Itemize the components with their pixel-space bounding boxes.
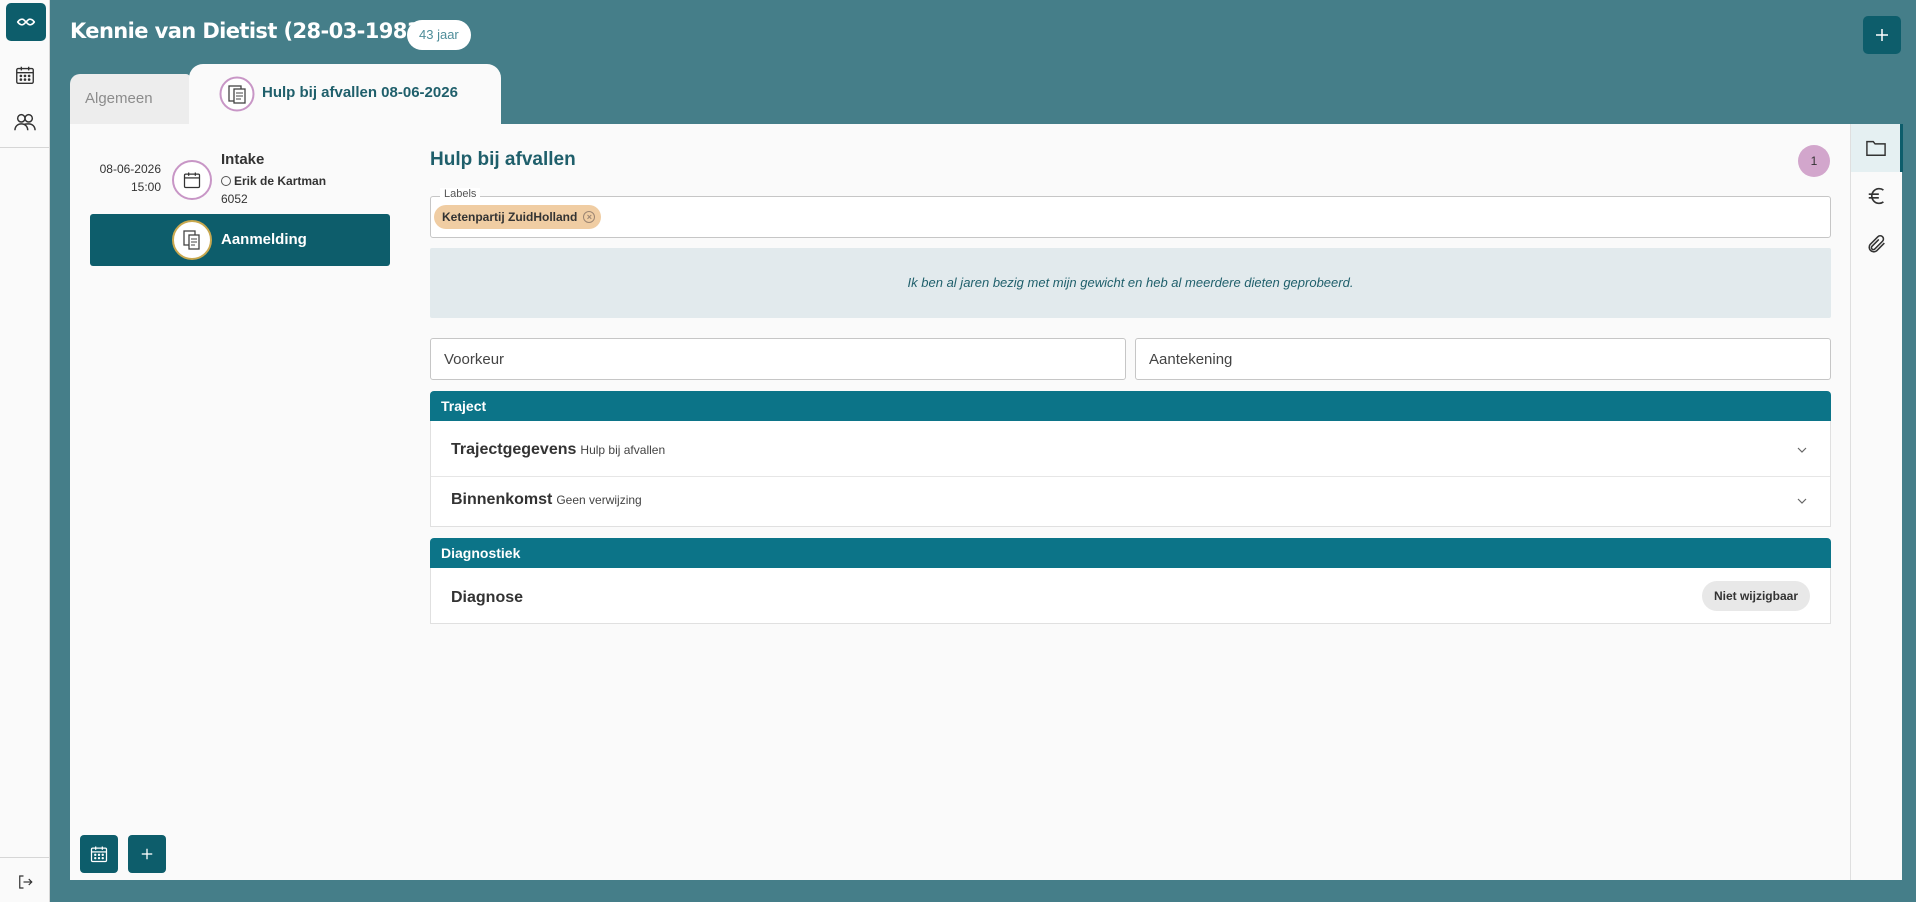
- tab-hulp-bij-afvallen[interactable]: Hulp bij afvallen 08-06-2026: [189, 64, 501, 126]
- binnenkomst-title: Binnenkomst Geen verwijzing: [451, 491, 642, 509]
- chevron-down-icon: [1797, 447, 1807, 453]
- diagnostiek-section-title: Diagnostiek: [441, 545, 521, 561]
- people-icon: [14, 113, 36, 131]
- registration-form-icon: [219, 76, 255, 112]
- calendar-nav-button[interactable]: [11, 61, 39, 89]
- patient-title: Kennie van Dietist (28-03-1983) M: [70, 19, 457, 43]
- timeline-time: 15:00: [130, 180, 161, 194]
- finance-button[interactable]: [1851, 172, 1903, 220]
- trajectgegevens-row[interactable]: Trajectgegevens Hulp bij afvallen: [431, 421, 1830, 476]
- traject-section-header: Traject: [430, 391, 1831, 421]
- chevron-down-icon: [1797, 498, 1807, 504]
- registration-quote: Ik ben al jaren bezig met mijn gewicht e…: [430, 248, 1831, 318]
- registration-quote-text: Ik ben al jaren bezig met mijn gewicht e…: [907, 275, 1354, 290]
- remove-chip-icon[interactable]: ×: [583, 211, 596, 223]
- attachments-button[interactable]: [1851, 220, 1903, 268]
- appointment-icon-circle[interactable]: [172, 160, 212, 200]
- trajectgegevens-sub: Hulp bij afvallen: [580, 443, 666, 457]
- binnenkomst-sub: Geen verwijzing: [556, 493, 642, 507]
- appointment-title[interactable]: Intake: [221, 151, 264, 168]
- new-appointment-button[interactable]: [80, 835, 118, 873]
- aanmelding-label: Aanmelding: [221, 231, 307, 248]
- person-icon: [221, 176, 231, 186]
- tab-algemeen[interactable]: Algemeen: [70, 74, 190, 124]
- rail-divider: [0, 147, 50, 148]
- trajectgegevens-label: Trajectgegevens: [451, 441, 577, 458]
- voorkeur-input[interactable]: [430, 338, 1126, 380]
- logout-icon: [19, 875, 33, 889]
- add-button-top[interactable]: [1863, 16, 1901, 54]
- traject-section-title: Traject: [441, 398, 487, 414]
- labels-field[interactable]: [430, 196, 1831, 238]
- euro-icon: [1868, 187, 1884, 205]
- niet-wijzigbaar-button[interactable]: Niet wijzigbaar: [1701, 581, 1810, 611]
- handshake-logo-icon: [16, 18, 36, 26]
- trajectgegevens-title: Trajectgegevens Hulp bij afvallen: [451, 441, 665, 459]
- diagnostiek-section-body: Diagnose Niet wijzigbaar: [430, 568, 1831, 624]
- add-item-button[interactable]: [128, 835, 166, 873]
- labels-legend: Labels: [440, 188, 481, 200]
- binnenkomst-row[interactable]: Binnenkomst Geen verwijzing: [431, 477, 1830, 527]
- diagnose-title: Diagnose: [451, 589, 524, 606]
- dossier-button[interactable]: [1851, 124, 1903, 172]
- diagnose-row: Diagnose Niet wijzigbaar: [431, 568, 1830, 624]
- traject-section-body: Trajectgegevens Hulp bij afvallen Binnenk…: [430, 421, 1831, 527]
- logout-button[interactable]: [11, 868, 39, 896]
- binnenkomst-label: Binnenkomst: [451, 491, 553, 508]
- paperclip-icon: [1868, 234, 1885, 253]
- clients-nav-button[interactable]: [11, 108, 39, 136]
- tab-hulp-label: Hulp bij afvallen 08-06-2026: [262, 84, 458, 101]
- left-rail: [0, 0, 50, 902]
- diagnostiek-section-header: Diagnostiek: [430, 538, 1831, 568]
- aanmelding-button[interactable]: Aanmelding: [90, 214, 390, 266]
- appointment-person-name: Erik de Kartman: [234, 174, 327, 188]
- rail-divider-bottom: [0, 857, 50, 858]
- calendar-icon: [16, 66, 34, 84]
- plus-icon: [1876, 29, 1888, 41]
- appointment-code: 6052: [221, 192, 248, 206]
- label-chip[interactable]: Ketenpartij ZuidHolland ×: [434, 205, 602, 229]
- app-logo-button[interactable]: [6, 3, 46, 41]
- count-badge[interactable]: 1: [1798, 145, 1830, 177]
- timeline-date: 08-06-2026: [99, 162, 161, 176]
- right-sidebar: [1850, 124, 1903, 880]
- age-badge: 43 jaar: [407, 20, 471, 50]
- aantekening-input[interactable]: [1135, 338, 1831, 380]
- content-title: Hulp bij afvallen: [430, 149, 576, 170]
- calendar-icon: [90, 846, 108, 863]
- plus-icon: [141, 848, 153, 860]
- calendar-icon: [183, 172, 201, 189]
- tab-algemeen-label: Algemeen: [85, 90, 153, 107]
- label-chip-text: Ketenpartij ZuidHolland: [442, 210, 578, 224]
- appointment-person: Erik de Kartman: [221, 174, 326, 188]
- registration-form-icon: [172, 220, 212, 260]
- folder-icon: [1865, 140, 1886, 156]
